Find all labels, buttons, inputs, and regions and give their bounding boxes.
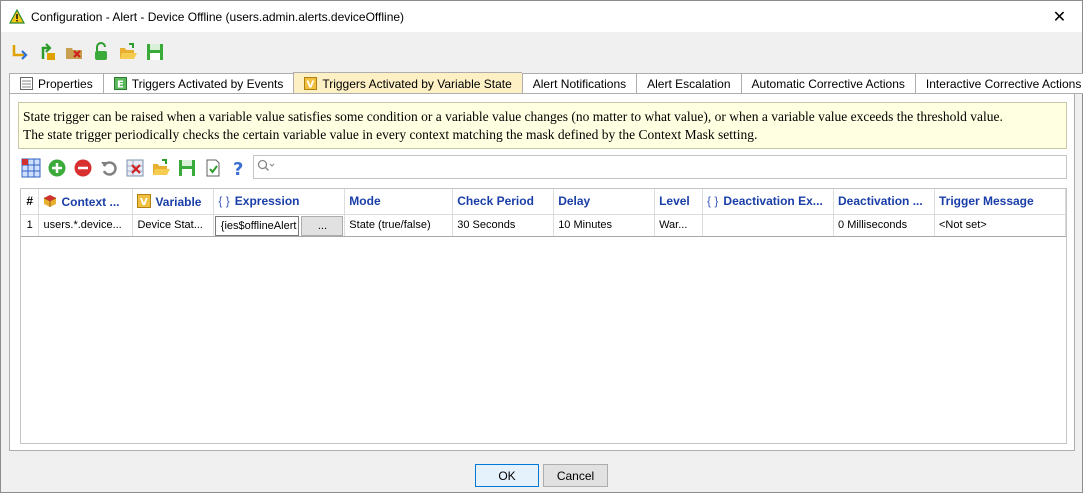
clear-icon[interactable] xyxy=(124,157,146,179)
save-icon[interactable] xyxy=(144,41,166,63)
search-icon xyxy=(257,159,275,176)
svg-text:V: V xyxy=(140,197,148,208)
col-context[interactable]: Context ... xyxy=(38,189,134,215)
variable-icon: V xyxy=(137,193,152,208)
triggers-table: # Context ... V Variable { } Expression Mo… xyxy=(20,188,1067,444)
cell-level[interactable]: War... xyxy=(654,214,704,237)
expression-editor[interactable]: ies$offlineAlert} xyxy=(215,215,300,235)
info-line-1: State trigger can be raised when a varia… xyxy=(23,109,1003,124)
tab-content-panel: State trigger can be raised when a varia… xyxy=(9,93,1075,451)
save-icon[interactable] xyxy=(176,157,198,179)
col-trigger-message[interactable]: Trigger Message xyxy=(934,189,1067,215)
info-box: State trigger can be raised when a varia… xyxy=(18,102,1067,149)
event-icon: E xyxy=(113,77,127,91)
tab-triggers-events[interactable]: E Triggers Activated by Events xyxy=(102,73,294,94)
configuration-window: Configuration - Alert - Device Offline (… xyxy=(0,0,1083,493)
context-icon xyxy=(43,194,57,208)
expression-icon: { } xyxy=(707,194,719,209)
expression-edit-button[interactable]: ... xyxy=(301,215,344,235)
cell-trigger-message[interactable]: <Not set> xyxy=(934,214,1067,237)
tab-label: Interactive Corrective Actions xyxy=(925,76,1082,91)
col-check-period[interactable]: Check Period xyxy=(452,189,555,215)
tab-bar: Properties E Triggers Activated by Event… xyxy=(9,72,1083,94)
cell-expression[interactable]: ies$offlineAlert} ... xyxy=(213,214,346,237)
top-toolbar xyxy=(9,40,166,64)
unlock-icon[interactable] xyxy=(90,41,112,63)
open-folder-icon[interactable] xyxy=(150,157,172,179)
tab-interactive-corrective-actions[interactable]: Interactive Corrective Actions xyxy=(914,73,1083,94)
col-deactivation-expression[interactable]: { } Deactivation Ex... xyxy=(702,189,835,215)
tab-alert-notifications[interactable]: Alert Notifications xyxy=(521,73,637,94)
col-mode[interactable]: Mode xyxy=(344,189,454,215)
cell-deactivation-delay[interactable]: 0 Milliseconds xyxy=(833,214,935,237)
warning-icon xyxy=(9,8,25,25)
col-expression[interactable]: { } Expression xyxy=(213,189,346,215)
col-delay[interactable]: Delay xyxy=(553,189,656,215)
search-box[interactable] xyxy=(253,155,1067,179)
cancel-button[interactable]: Cancel xyxy=(543,464,608,487)
grid-toolbar: ? xyxy=(20,156,250,180)
svg-text:?: ? xyxy=(233,159,243,178)
cell-context[interactable]: users.*.device... xyxy=(38,214,134,237)
properties-icon xyxy=(20,77,33,90)
cell-mode[interactable]: State (true/false) xyxy=(344,214,454,237)
tab-label: Alert Escalation xyxy=(647,76,731,91)
commit-icon[interactable] xyxy=(36,41,58,63)
table-header-row: # Context ... V Variable { } Expression Mo… xyxy=(21,189,1067,215)
col-number[interactable]: # xyxy=(21,189,40,215)
svg-text:V: V xyxy=(307,80,315,91)
info-line-2: The state trigger periodically checks th… xyxy=(23,127,758,142)
reload-icon[interactable] xyxy=(9,41,31,63)
tab-label: Automatic Corrective Actions xyxy=(751,76,905,91)
tab-automatic-corrective-actions[interactable]: Automatic Corrective Actions xyxy=(740,73,915,94)
search-input[interactable] xyxy=(275,157,1066,177)
table-icon[interactable] xyxy=(20,157,42,179)
remove-icon[interactable] xyxy=(72,157,94,179)
tab-label: Alert Notifications xyxy=(532,76,627,91)
cell-number: 1 xyxy=(21,214,40,237)
ok-button[interactable]: OK xyxy=(475,464,539,487)
svg-text:E: E xyxy=(117,80,124,91)
undo-icon[interactable] xyxy=(98,157,120,179)
col-deactivation-delay[interactable]: Deactivation ... xyxy=(833,189,935,215)
col-level[interactable]: Level xyxy=(654,189,704,215)
triggers-grid: # Context ... V Variable { } Expression Mo… xyxy=(21,189,1067,237)
add-icon[interactable] xyxy=(46,157,68,179)
help-icon[interactable]: ? xyxy=(228,157,250,179)
validate-icon[interactable] xyxy=(202,157,224,179)
col-variable[interactable]: V Variable xyxy=(132,189,215,215)
title-bar: Configuration - Alert - Device Offline (… xyxy=(1,1,1082,32)
tab-label: Triggers Activated by Variable State xyxy=(322,76,512,91)
tab-label: Triggers Activated by Events xyxy=(131,76,284,91)
tab-alert-escalation[interactable]: Alert Escalation xyxy=(636,73,741,94)
cell-check-period[interactable]: 30 Seconds xyxy=(452,214,555,237)
cell-deactivation-expression[interactable] xyxy=(702,214,835,237)
tab-label: Properties xyxy=(38,76,93,91)
table-row[interactable]: 1 users.*.device... Device Stat... ies$o… xyxy=(21,214,1067,237)
tab-properties[interactable]: Properties xyxy=(9,73,103,94)
open-folder-icon[interactable] xyxy=(117,41,139,63)
close-button[interactable]: ✕ xyxy=(1037,1,1082,32)
variable-icon: V xyxy=(304,77,318,91)
cell-variable[interactable]: Device Stat... xyxy=(132,214,215,237)
tab-triggers-variable-state[interactable]: V Triggers Activated by Variable State xyxy=(293,72,522,94)
cell-delay[interactable]: 10 Minutes xyxy=(553,214,656,237)
window-title: Configuration - Alert - Device Offline (… xyxy=(31,9,405,24)
expression-icon: { } xyxy=(218,194,230,209)
delete-icon[interactable] xyxy=(63,41,85,63)
